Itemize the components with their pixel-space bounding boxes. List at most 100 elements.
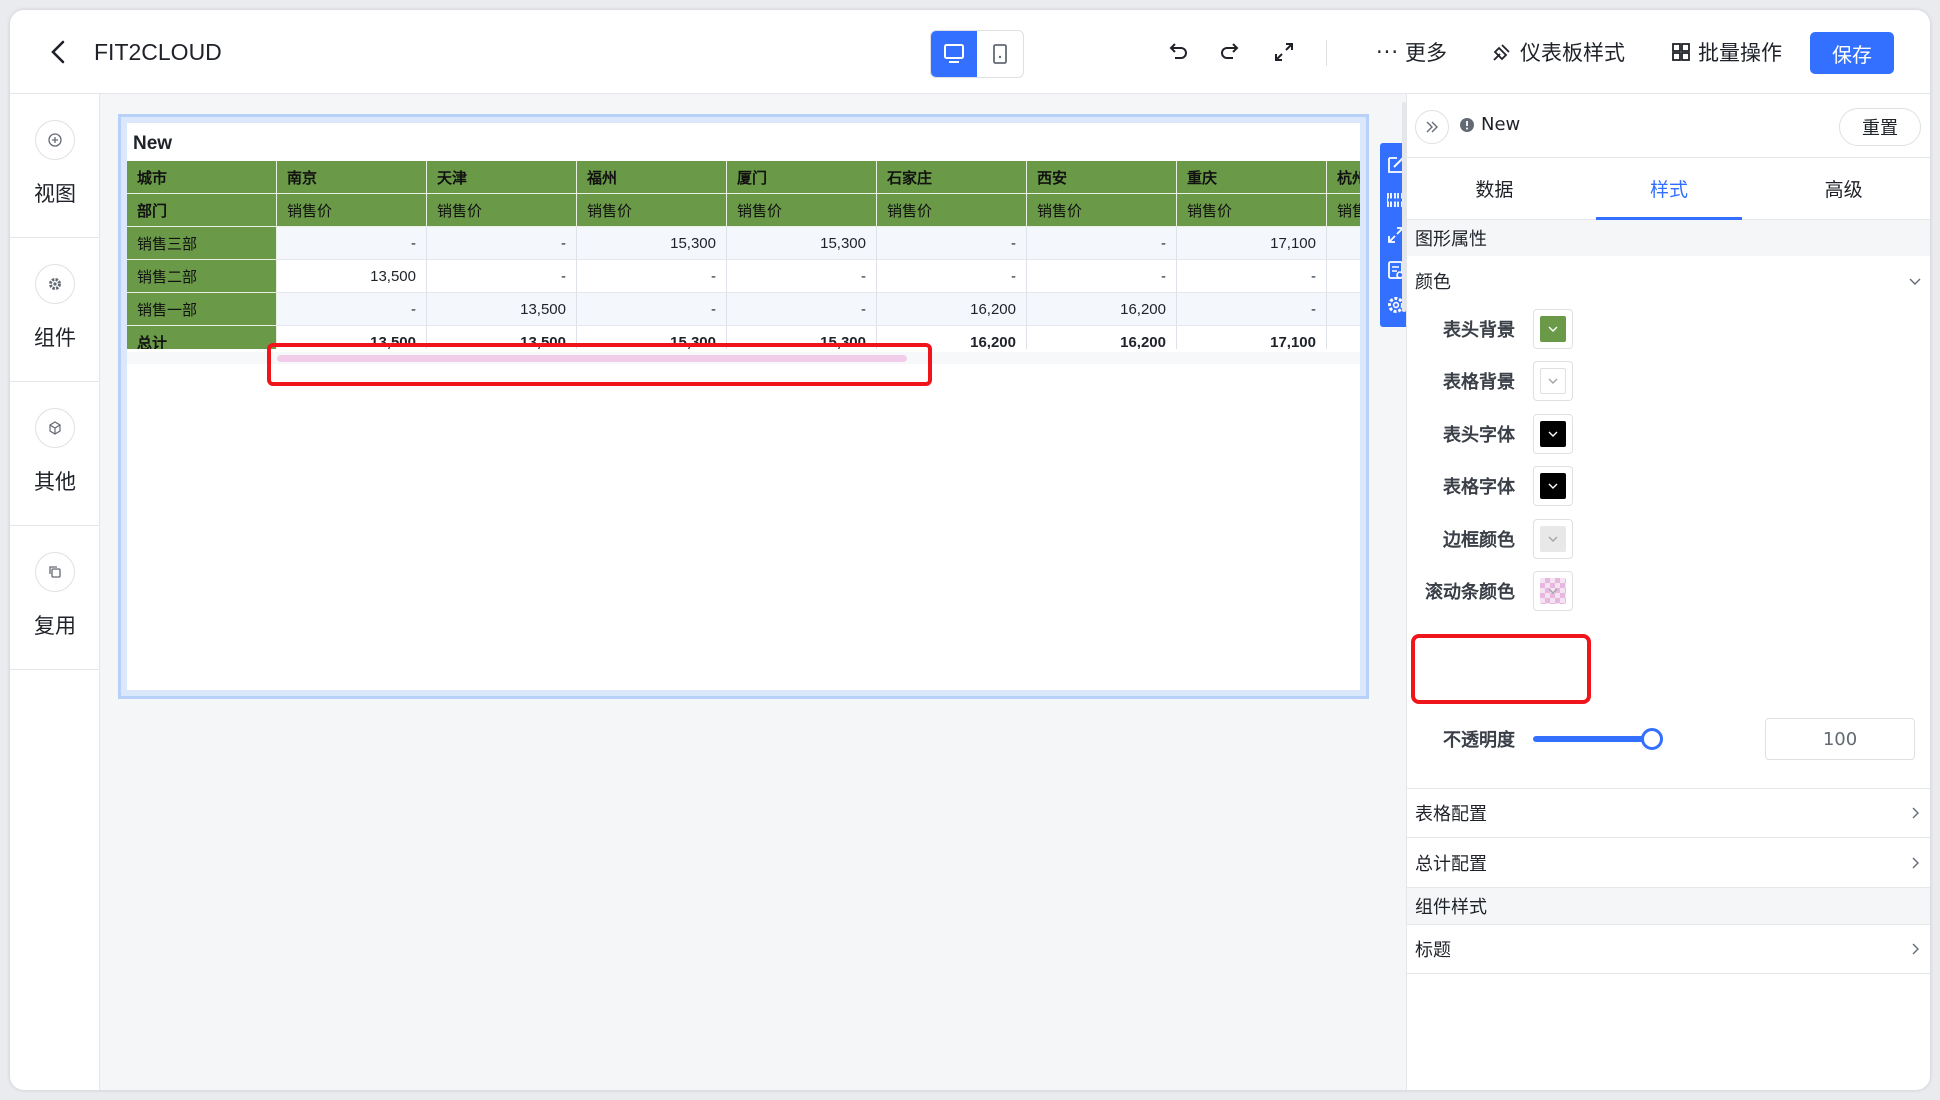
table-cell[interactable]: 17,100 (1177, 227, 1327, 260)
chevron-right-icon (1912, 943, 1919, 955)
table-cell[interactable]: - (577, 293, 727, 326)
border-color-picker[interactable] (1533, 519, 1573, 559)
column-header-city[interactable]: 西安 (1027, 161, 1177, 194)
table-cell[interactable]: 13,500 (427, 293, 577, 326)
table-cell[interactable]: - (877, 227, 1027, 260)
column-header-city[interactable]: 杭州 (1327, 161, 1360, 194)
table-cell[interactable]: - (1327, 260, 1360, 293)
total-cell[interactable]: 17,100 (1177, 326, 1327, 349)
table-cell[interactable]: 13,500 (277, 260, 427, 293)
tab-style[interactable]: 样式 (1582, 158, 1757, 220)
header-font-color-label: 表头字体 (1443, 425, 1515, 446)
app-title: FIT2CLOUD (94, 39, 222, 65)
column-header-measure: 销售价 (1177, 194, 1327, 227)
color-swatch (1540, 421, 1566, 447)
column-header-city[interactable]: 石家庄 (877, 161, 1027, 194)
column-header-measure: 销售价 (427, 194, 577, 227)
table-cell[interactable]: 16,200 (1027, 293, 1177, 326)
table-cell[interactable]: - (277, 293, 427, 326)
nav-item-component[interactable]: 组件 (10, 238, 100, 382)
plus-circle-icon (35, 120, 75, 160)
tab-data[interactable]: 数据 (1407, 158, 1582, 219)
chevron-right-icon (1912, 857, 1919, 868)
scrollbar-color-picker[interactable] (1533, 571, 1573, 611)
collapse-panel-button[interactable] (1415, 110, 1449, 144)
annotation-highlight-scrollbar-color (1411, 634, 1591, 704)
title-config-row[interactable]: 标题 (1407, 924, 1930, 974)
panel-tabs: 数据 样式 高级 (1407, 158, 1930, 220)
undo-icon[interactable] (1160, 34, 1196, 70)
chart-frame[interactable]: New 城市南京天津福州厦门石家庄西安重庆杭州部门销售价销售价销售价销售价销售价… (118, 114, 1412, 699)
table-cell[interactable]: - (1177, 293, 1327, 326)
fullscreen-icon[interactable] (1266, 34, 1302, 70)
brush-icon (1493, 44, 1510, 61)
redo-icon[interactable] (1212, 34, 1248, 70)
header-bg-color-picker[interactable] (1533, 309, 1573, 349)
desktop-view-button[interactable] (931, 31, 977, 77)
pivot-table-body: 城市南京天津福州厦门石家庄西安重庆杭州部门销售价销售价销售价销售价销售价销售价销… (127, 161, 1360, 349)
table-cell[interactable]: - (427, 227, 577, 260)
nav-item-reuse[interactable]: 复用 (10, 526, 100, 670)
table-config-row[interactable]: 表格配置 (1407, 788, 1930, 838)
device-toggle (930, 30, 1024, 78)
nav-label: 复用 (34, 614, 76, 638)
tab-advanced[interactable]: 高级 (1756, 158, 1930, 219)
total-cell[interactable]: 16,200 (1027, 326, 1177, 349)
color-group-header[interactable]: 颜色 (1407, 256, 1930, 306)
cell-bg-color-picker[interactable] (1533, 361, 1573, 401)
cell-font-color-row: 表格字体 (1407, 461, 1930, 511)
header-font-color-picker[interactable] (1533, 414, 1573, 454)
title-config-label: 标题 (1415, 940, 1451, 961)
nav-label: 其他 (34, 470, 76, 494)
table-cell[interactable]: 16,200 (877, 293, 1027, 326)
slider-thumb[interactable] (1641, 728, 1663, 750)
opacity-slider[interactable] (1533, 714, 1663, 764)
toolbar-divider (1326, 40, 1327, 66)
cell-bg-color-row: 表格背景 (1407, 356, 1930, 406)
save-button[interactable]: 保存 (1810, 32, 1894, 74)
table-cell[interactable]: - (727, 260, 877, 293)
column-header-city[interactable]: 厦门 (727, 161, 877, 194)
table-cell[interactable]: - (877, 260, 1027, 293)
total-config-row[interactable]: 总计配置 (1407, 838, 1930, 888)
column-header-city[interactable]: 福州 (577, 161, 727, 194)
opacity-label: 不透明度 (1443, 730, 1515, 751)
app-window: FIT2CLOUD ··· 更多 仪表板样式 批量操作 保存 视图 组件 其他 … (10, 10, 1930, 1090)
column-header-city[interactable]: 天津 (427, 161, 577, 194)
nav-item-other[interactable]: 其他 (10, 382, 100, 526)
table-row: 销售三部--15,30015,300--17,100- (127, 227, 1360, 260)
top-toolbar: FIT2CLOUD ··· 更多 仪表板样式 批量操作 保存 (10, 10, 1930, 94)
nav-label: 视图 (34, 182, 76, 206)
color-swatch (1540, 578, 1566, 604)
back-icon[interactable] (40, 34, 76, 70)
table-cell[interactable]: - (1327, 227, 1360, 260)
table-cell[interactable]: - (727, 293, 877, 326)
table-cell[interactable]: 15,300 (727, 227, 877, 260)
total-config-label: 总计配置 (1415, 853, 1487, 875)
table-cell[interactable]: - (427, 260, 577, 293)
dashboard-style-button[interactable]: 仪表板样式 (1490, 36, 1625, 68)
table-header-row: 城市南京天津福州厦门石家庄西安重庆杭州 (127, 161, 1360, 194)
nav-item-view[interactable]: 视图 (10, 94, 100, 238)
panel-header: New 重置 (1407, 94, 1930, 158)
reset-button[interactable]: 重置 (1839, 108, 1921, 146)
opacity-input[interactable]: 100 (1765, 718, 1915, 760)
batch-operation-button[interactable]: 批量操作 (1670, 36, 1782, 68)
total-label: 总计 (127, 326, 277, 349)
table-cell[interactable]: - (1177, 260, 1327, 293)
nav-label: 组件 (34, 326, 76, 350)
table-cell[interactable]: - (1027, 260, 1177, 293)
total-cell[interactable]: - (1327, 326, 1360, 349)
table-cell[interactable]: - (1027, 227, 1177, 260)
column-header-city[interactable]: 重庆 (1177, 161, 1327, 194)
column-header-city[interactable]: 南京 (277, 161, 427, 194)
copy-icon (35, 552, 75, 592)
more-button[interactable]: ··· 更多 (1376, 36, 1447, 68)
table-cell[interactable]: 15,300 (577, 227, 727, 260)
cell-font-color-picker[interactable] (1533, 466, 1573, 506)
mobile-view-button[interactable] (977, 31, 1023, 77)
table-cell[interactable]: - (1327, 293, 1360, 326)
row-header-dept: 销售一部 (127, 293, 277, 326)
table-cell[interactable]: - (577, 260, 727, 293)
table-cell[interactable]: - (277, 227, 427, 260)
